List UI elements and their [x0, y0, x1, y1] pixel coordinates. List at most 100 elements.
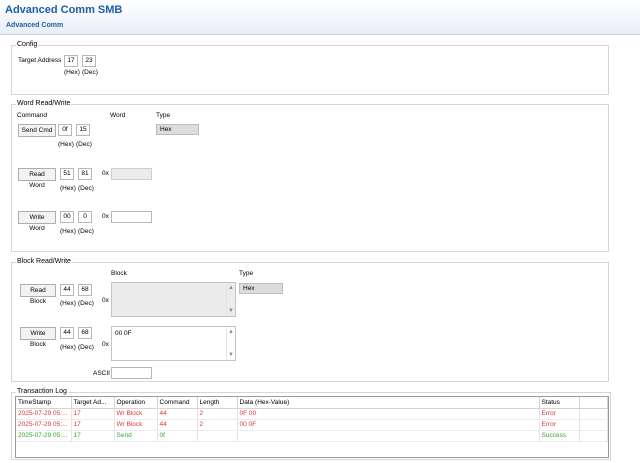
log-col-status[interactable]: Status	[539, 397, 580, 409]
write-word-value-field[interactable]	[111, 211, 152, 223]
block-type-header: Type	[239, 270, 254, 277]
read-block-data-area: ▲ ▼	[111, 282, 236, 317]
log-cell-command: 44	[157, 408, 198, 420]
word-title: Word Read/Write	[16, 100, 72, 107]
table-row[interactable]: 2025-07-29 05:... 17 Send 0f Success	[16, 430, 608, 442]
write-block-hex-caption: (Hex)	[60, 344, 76, 351]
block-block-header: Block	[111, 270, 127, 277]
log-cell-timestamp: 2025-07-29 05:...	[16, 408, 72, 420]
read-word-dec-caption: (Dec)	[78, 185, 94, 192]
log-col-target[interactable]: Target Ad...	[71, 397, 115, 409]
write-word-dec-caption: (Dec)	[78, 228, 94, 235]
log-cell-data: 0F 00	[237, 408, 540, 420]
log-cell-data: 00 0F	[237, 419, 540, 431]
write-block-hex-field[interactable]: 44	[60, 327, 74, 339]
block-type-select[interactable]: Hex	[239, 283, 283, 294]
write-block-dec-field[interactable]: 68	[78, 327, 92, 339]
ascii-field[interactable]	[111, 367, 152, 379]
word-type-select[interactable]: Hex	[156, 124, 199, 135]
log-cell-operation: Wr Block	[114, 419, 158, 431]
log-cell-length	[197, 430, 238, 442]
log-cell-filler	[579, 419, 608, 431]
log-cell-operation: Send	[114, 430, 158, 442]
write-word-button[interactable]: Write Word	[18, 211, 56, 232]
word-command-header: Command	[17, 112, 47, 119]
log-cell-operation: Wr Block	[114, 408, 158, 420]
write-word-prefix: 0x	[102, 213, 109, 220]
write-block-button[interactable]: Write Block	[20, 327, 56, 348]
target-dec-caption: (Dec)	[82, 69, 98, 76]
target-dec-field[interactable]: 23	[82, 55, 96, 67]
target-address-label: Target Address	[18, 57, 62, 64]
log-cell-data	[237, 430, 540, 442]
log-cell-target: 17	[71, 408, 115, 420]
log-cell-status: Error	[539, 419, 580, 431]
log-cell-filler	[579, 408, 608, 420]
read-word-hex-field[interactable]: 51	[60, 168, 74, 180]
log-cell-length: 2	[197, 408, 238, 420]
read-word-hex-caption: (Hex)	[60, 185, 76, 192]
log-cell-status: Error	[539, 408, 580, 420]
read-word-prefix: 0x	[102, 170, 109, 177]
app-title: Advanced Comm SMB	[5, 4, 123, 16]
log-col-command[interactable]: Command	[157, 397, 198, 409]
word-word-header: Word	[110, 112, 126, 119]
send-cmd-dec-caption: (Dec)	[76, 141, 92, 148]
write-block-dec-caption: (Dec)	[78, 344, 94, 351]
table-row[interactable]: 2025-07-29 05:... 17 Wr Block 44 2 0F 00…	[16, 408, 608, 420]
block-title: Block Read/Write	[16, 258, 72, 265]
log-cell-target: 17	[71, 430, 115, 442]
log-title: Transaction Log	[16, 388, 68, 395]
tab-advanced-comm[interactable]: Advanced Comm	[6, 22, 63, 29]
log-cell-status: Success	[539, 430, 580, 442]
log-cell-command: 0f	[157, 430, 198, 442]
read-block-hex-field[interactable]: 44	[60, 284, 74, 296]
config-title: Config	[16, 41, 39, 48]
write-block-prefix: 0x	[102, 341, 109, 348]
block-group: Block Read/Write	[11, 258, 609, 382]
log-cell-timestamp: 2025-07-29 05:...	[16, 430, 72, 442]
read-block-prefix: 0x	[102, 297, 109, 304]
transaction-log-table[interactable]: TimeStamp Target Ad... Operation Command…	[15, 396, 609, 458]
scroll-down-icon[interactable]: ▼	[227, 351, 235, 359]
ascii-label: ASCII	[93, 370, 110, 377]
read-word-button[interactable]: Read Word	[18, 168, 56, 189]
read-word-dec-field[interactable]: 81	[78, 168, 92, 180]
log-cell-filler	[579, 430, 608, 442]
send-cmd-hex-caption: (Hex)	[58, 141, 74, 148]
table-row[interactable]: 2025-07-29 05:... 17 Wr Block 44 2 00 0F…	[16, 419, 608, 431]
write-word-hex-field[interactable]: 00	[60, 211, 74, 223]
scroll-up-icon[interactable]: ▲	[227, 284, 235, 292]
log-col-operation[interactable]: Operation	[114, 397, 158, 409]
log-cell-length: 2	[197, 419, 238, 431]
log-col-filler	[579, 397, 608, 409]
log-col-length[interactable]: Length	[197, 397, 238, 409]
log-col-data[interactable]: Data (Hex-Value)	[237, 397, 540, 409]
log-cell-target: 17	[71, 419, 115, 431]
target-hex-caption: (Hex)	[64, 69, 80, 76]
write-block-data-area[interactable]: 00 0F ▲ ▼	[111, 326, 236, 361]
send-cmd-hex-field[interactable]: 0f	[58, 124, 72, 136]
word-type-header: Type	[156, 112, 171, 119]
log-col-timestamp[interactable]: TimeStamp	[16, 397, 72, 409]
word-group: Word Read/Write	[11, 100, 609, 252]
write-block-data-text: 00 0F	[115, 330, 132, 337]
scroll-up-icon[interactable]: ▲	[227, 328, 235, 336]
log-cell-command: 44	[157, 419, 198, 431]
send-cmd-dec-field[interactable]: 15	[76, 124, 90, 136]
read-block-scrollbar[interactable]: ▲ ▼	[226, 283, 235, 316]
read-block-dec-caption: (Dec)	[78, 300, 94, 307]
log-header-row: TimeStamp Target Ad... Operation Command…	[16, 397, 608, 409]
write-word-dec-field[interactable]: 0	[78, 211, 92, 223]
read-block-hex-caption: (Hex)	[60, 300, 76, 307]
send-cmd-button[interactable]: Send Cmd	[18, 124, 56, 137]
scroll-down-icon[interactable]: ▼	[227, 307, 235, 315]
write-word-hex-caption: (Hex)	[60, 228, 76, 235]
write-block-scrollbar[interactable]: ▲ ▼	[226, 327, 235, 360]
read-block-dec-field[interactable]: 68	[78, 284, 92, 296]
read-word-value-field	[111, 168, 152, 180]
log-cell-timestamp: 2025-07-29 05:...	[16, 419, 72, 431]
read-block-button[interactable]: Read Block	[20, 284, 56, 305]
config-group: Config	[11, 41, 609, 95]
target-hex-field[interactable]: 17	[64, 55, 78, 67]
